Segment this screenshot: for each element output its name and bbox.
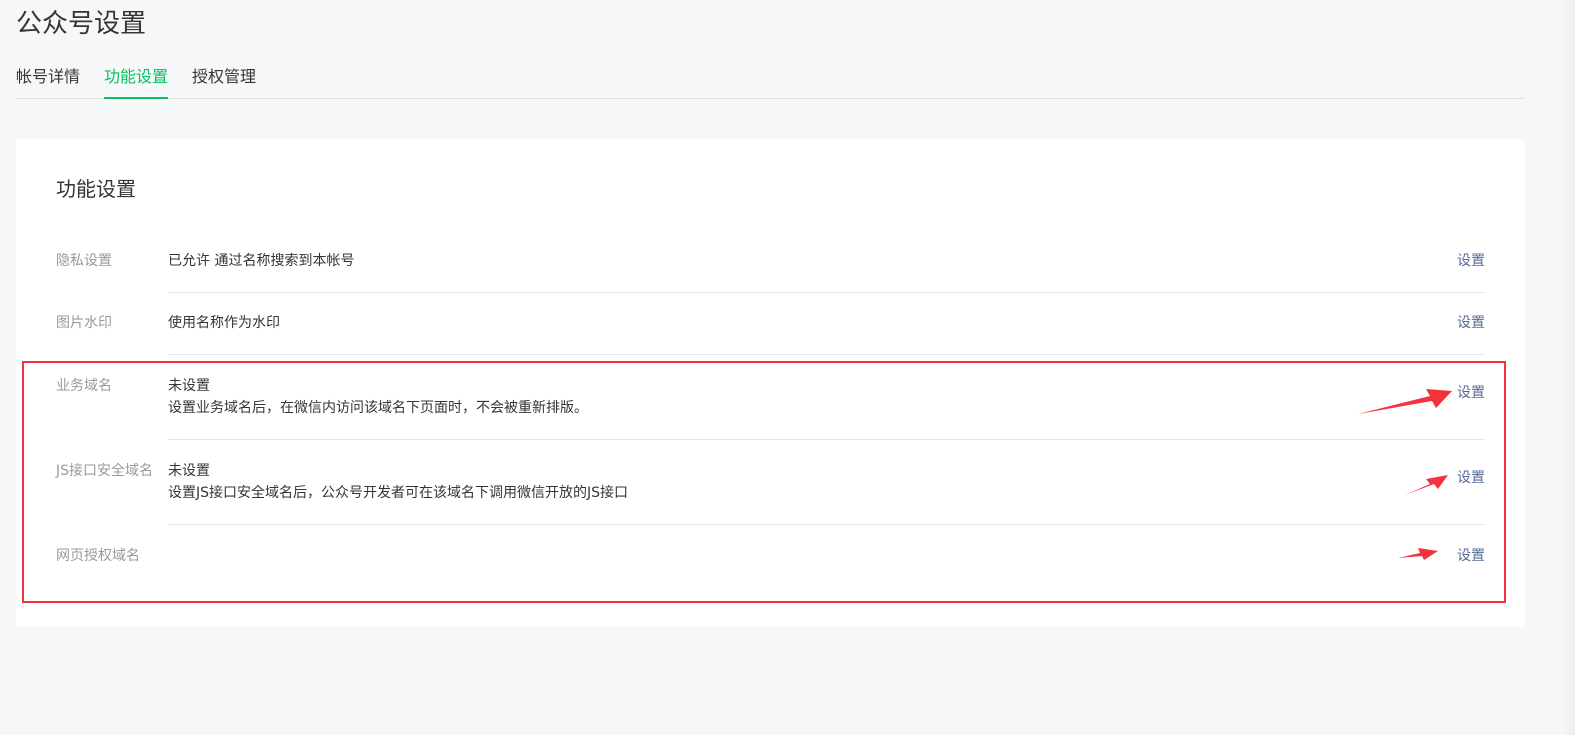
settings-row-js-safe-domain: JS接口安全域名 未设置 设置JS接口安全域名后，公众号开发者可在该域名下调用微… — [56, 460, 1485, 504]
tab-feature-settings[interactable]: 功能设置 — [104, 66, 169, 99]
row-label: 隐私设置 — [56, 253, 112, 269]
row-value-description: 设置业务域名后，在微信内访问该域名下页面时，不会被重新排版。 — [168, 400, 588, 416]
page-title: 公众号设置 — [16, 9, 147, 39]
row-value-status: 未设置 — [168, 378, 210, 394]
settings-row-oauth-domain: 网页授权域名 设置 — [56, 545, 1485, 567]
card-title: 功能设置 — [56, 177, 136, 201]
watermark-settings-link[interactable]: 设置 — [1457, 312, 1485, 334]
row-divider — [168, 439, 1485, 440]
business-domain-settings-link[interactable]: 设置 — [1457, 382, 1485, 404]
row-divider — [168, 292, 1485, 293]
row-value: 未设置 设置业务域名后，在微信内访问该域名下页面时，不会被重新排版。 — [168, 375, 588, 419]
row-divider — [168, 524, 1485, 525]
settings-row-privacy: 隐私设置 已允许 通过名称搜索到本帐号 设置 — [56, 250, 1485, 272]
row-value: 未设置 设置JS接口安全域名后，公众号开发者可在该域名下调用微信开放的JS接口 — [168, 460, 628, 504]
feature-settings-card: 功能设置 隐私设置 已允许 通过名称搜索到本帐号 设置 图片水印 使用名称作为水… — [16, 139, 1525, 627]
tab-account-details[interactable]: 帐号详情 — [16, 66, 80, 97]
row-divider — [168, 354, 1485, 355]
row-value: 使用名称作为水印 — [168, 312, 280, 334]
oauth-domain-settings-link[interactable]: 设置 — [1457, 545, 1485, 567]
row-label: 网页授权域名 — [56, 548, 140, 564]
privacy-settings-link[interactable]: 设置 — [1457, 250, 1485, 272]
settings-row-business-domain: 业务域名 未设置 设置业务域名后，在微信内访问该域名下页面时，不会被重新排版。 … — [56, 375, 1485, 419]
row-value: 已允许 通过名称搜索到本帐号 — [168, 250, 354, 272]
scrollbar-track — [1561, 0, 1575, 735]
row-label: 图片水印 — [56, 315, 112, 331]
settings-row-watermark: 图片水印 使用名称作为水印 设置 — [56, 312, 1485, 334]
row-value-description: 设置JS接口安全域名后，公众号开发者可在该域名下调用微信开放的JS接口 — [168, 485, 629, 501]
row-value-text: 已允许 通过名称搜索到本帐号 — [168, 253, 355, 269]
row-label: JS接口安全域名 — [56, 463, 154, 479]
row-value-status: 未设置 — [168, 463, 210, 479]
tab-bar: 帐号详情 功能设置 授权管理 — [16, 58, 1525, 99]
row-label: 业务域名 — [56, 378, 112, 394]
row-value-text: 使用名称作为水印 — [168, 315, 280, 331]
js-safe-domain-settings-link[interactable]: 设置 — [1457, 467, 1485, 489]
tab-authorization-management[interactable]: 授权管理 — [192, 66, 256, 97]
